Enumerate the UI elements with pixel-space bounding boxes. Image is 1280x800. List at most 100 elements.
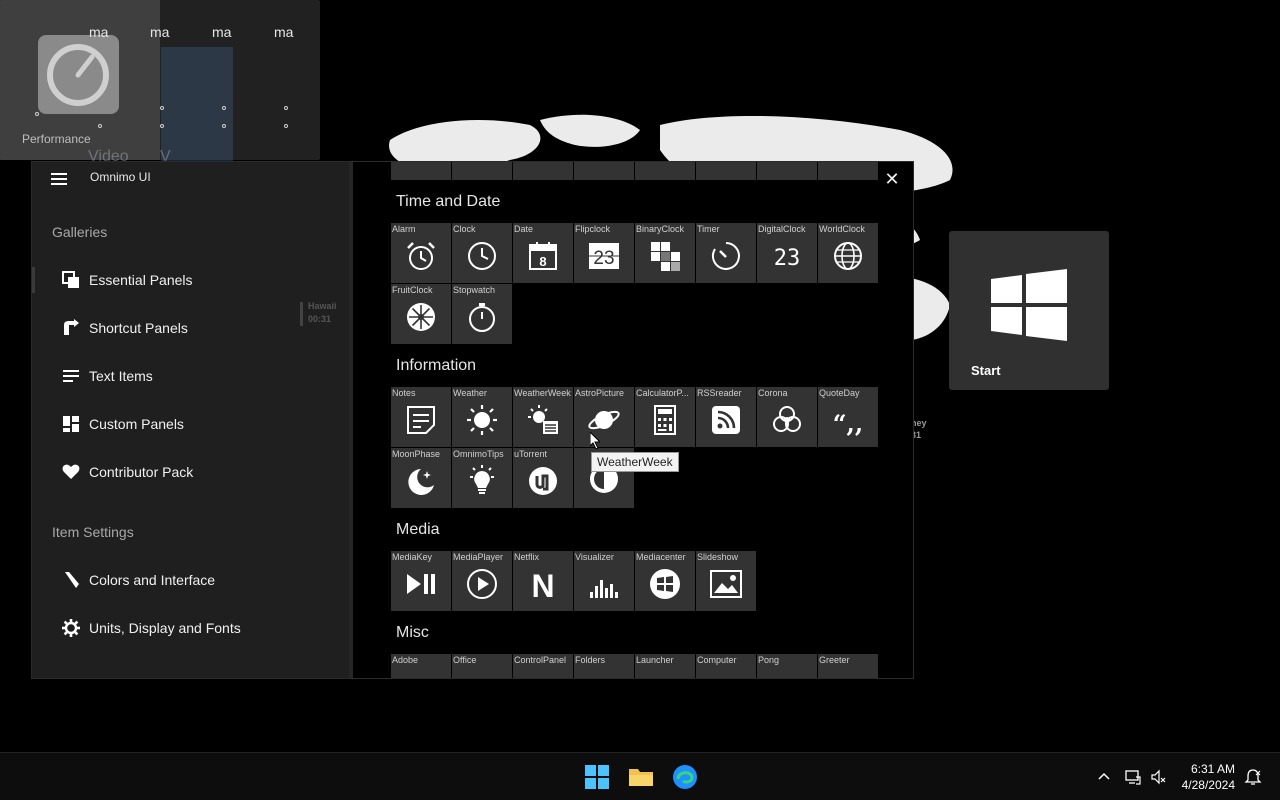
- tile-alarm[interactable]: Alarm: [391, 223, 451, 283]
- clock-time[interactable]: 6:31 AM: [1185, 762, 1235, 776]
- tile-partial[interactable]: [635, 162, 695, 180]
- tile-label: Slideshow: [697, 552, 739, 562]
- windows-flag-icon: [650, 569, 680, 599]
- tile-label: Computer: [697, 655, 737, 665]
- tile-calculator[interactable]: CalculatorP...: [635, 387, 695, 447]
- tile-partial[interactable]: [818, 162, 878, 180]
- category-heading-information: Information: [396, 357, 477, 374]
- tile-pong[interactable]: Pong: [757, 654, 817, 678]
- omnimo-ui-window: Omnimo UI Galleries Essential Panels Sho…: [31, 161, 914, 679]
- tile-mediaplayer[interactable]: MediaPlayer: [452, 551, 512, 611]
- tile-binaryclock[interactable]: BinaryClock: [635, 223, 695, 283]
- tile-adobe[interactable]: Adobe: [391, 654, 451, 678]
- tile-label: CalculatorP...: [636, 388, 689, 398]
- lightbulb-icon: [470, 465, 494, 494]
- sidebar-item-essential-panels[interactable]: Essential Panels: [32, 260, 353, 300]
- windows-start-icon[interactable]: [584, 764, 610, 790]
- clock-date[interactable]: 4/28/2024: [1175, 778, 1235, 792]
- tile-computer[interactable]: Computer: [696, 654, 756, 678]
- tile-controlpanel[interactable]: ControlPanel: [513, 654, 573, 678]
- tile-label: OmnimoTips: [453, 449, 504, 459]
- sidebar-item-text-items[interactable]: Text Items: [32, 356, 353, 396]
- windows-logo-icon: [991, 269, 1067, 341]
- notification-bell-icon[interactable]: [1244, 768, 1262, 786]
- play-pause-icon: [407, 574, 435, 594]
- tile-partial[interactable]: [391, 162, 451, 180]
- tile-date[interactable]: Date 8: [513, 223, 573, 283]
- gauge-icon: [38, 35, 119, 114]
- tile-slideshow[interactable]: Slideshow: [696, 551, 756, 611]
- tile-quoteday[interactable]: QuoteDay “,,: [818, 387, 878, 447]
- netflix-icon: N: [531, 568, 554, 600]
- sidebar-item-colors-and-interface[interactable]: Colors and Interface: [32, 560, 353, 600]
- tile-folders[interactable]: Folders: [574, 654, 634, 678]
- section-heading-galleries: Galleries: [52, 224, 108, 240]
- tile-label: Alarm: [392, 224, 416, 234]
- sidebar-item-units-display-fonts[interactable]: Units, Display and Fonts: [32, 608, 353, 648]
- tile-label: Notes: [392, 388, 416, 398]
- calendar-number: 8: [539, 254, 546, 269]
- tile-timer[interactable]: Timer: [696, 223, 756, 283]
- tile-office[interactable]: Office: [452, 654, 512, 678]
- tile-label: Folders: [575, 655, 606, 665]
- start-tile[interactable]: Start: [949, 231, 1109, 390]
- tile-weatherweek[interactable]: WeatherWeek: [513, 387, 573, 447]
- performance-widget[interactable]: Performance Video V ma ma ma ma: [0, 0, 320, 207]
- hamburger-menu-icon[interactable]: [50, 170, 68, 188]
- edge-browser-icon[interactable]: [672, 764, 698, 790]
- tile-notes[interactable]: Notes: [391, 387, 451, 447]
- tile-omnimotips[interactable]: OmnimoTips: [452, 448, 512, 508]
- tile-label: Weather: [453, 388, 487, 398]
- digital-clock-number: 23: [774, 246, 801, 271]
- sun-calendar-icon: [528, 405, 558, 434]
- tile-partial[interactable]: [696, 162, 756, 180]
- rss-icon: [712, 406, 740, 434]
- close-button[interactable]: ✕: [881, 168, 903, 190]
- picture-icon: [710, 570, 742, 598]
- tile-netflix[interactable]: Netflix N: [513, 551, 573, 611]
- sidebar-item-label: Essential Panels: [89, 272, 193, 288]
- tile-label: RSSreader: [697, 388, 742, 398]
- perf-dot: [98, 124, 102, 128]
- tile-visualizer[interactable]: Visualizer: [574, 551, 634, 611]
- tile-mediakey[interactable]: MediaKey: [391, 551, 451, 611]
- digital-clock-icon: 23: [774, 246, 801, 271]
- tile-partial[interactable]: [452, 162, 512, 180]
- tile-greeter[interactable]: Greeter: [818, 654, 878, 678]
- tile-label: FruitClock: [392, 285, 433, 295]
- notes-icon: [407, 406, 435, 434]
- sidebar-item-contributor-pack[interactable]: Contributor Pack: [32, 452, 353, 492]
- tile-partial[interactable]: [513, 162, 573, 180]
- tile-mediacenter[interactable]: Mediacenter: [635, 551, 695, 611]
- speaker-muted-icon[interactable]: [1150, 769, 1166, 785]
- tile-worldclock[interactable]: WorldClock: [818, 223, 878, 283]
- category-heading-time-and-date: Time and Date: [396, 193, 501, 210]
- tile-rssreader[interactable]: RSSreader: [696, 387, 756, 447]
- network-icon[interactable]: [1125, 769, 1141, 785]
- tile-moonphase[interactable]: MoonPhase: [391, 448, 451, 508]
- perf-dot: [160, 124, 164, 128]
- tile-partial[interactable]: [574, 162, 634, 180]
- tile-weather[interactable]: Weather: [452, 387, 512, 447]
- tile-flipclock[interactable]: Flipclock 23: [574, 223, 634, 283]
- perf-dot: [222, 106, 226, 110]
- file-explorer-icon[interactable]: [628, 764, 654, 790]
- tooltip: WeatherWeek: [591, 452, 679, 472]
- tile-launcher[interactable]: Launcher: [635, 654, 695, 678]
- calendar-icon: 8: [529, 242, 557, 270]
- tile-clock[interactable]: Clock: [452, 223, 512, 283]
- tile-utorrent[interactable]: uTorrent: [513, 448, 573, 508]
- tile-stopwatch[interactable]: Stopwatch: [452, 284, 512, 344]
- chevron-up-icon[interactable]: [1097, 769, 1111, 783]
- gallery-content: ✕ Time and Date Alarm Clock Date 8 Flipc…: [353, 162, 913, 678]
- tile-astropicture[interactable]: AstroPicture: [574, 387, 634, 447]
- sidebar-item-custom-panels[interactable]: Custom Panels: [32, 404, 353, 444]
- performance-tile[interactable]: Performance: [0, 0, 160, 160]
- tile-label: Office: [453, 655, 477, 665]
- tile-label: Netflix: [514, 552, 540, 562]
- tile-fruitclock[interactable]: FruitClock: [391, 284, 451, 344]
- tile-partial[interactable]: [757, 162, 817, 180]
- tile-corona[interactable]: Corona: [757, 387, 817, 447]
- tile-label: Clock: [453, 224, 476, 234]
- tile-digitalclock[interactable]: DigitalClock 23: [757, 223, 817, 283]
